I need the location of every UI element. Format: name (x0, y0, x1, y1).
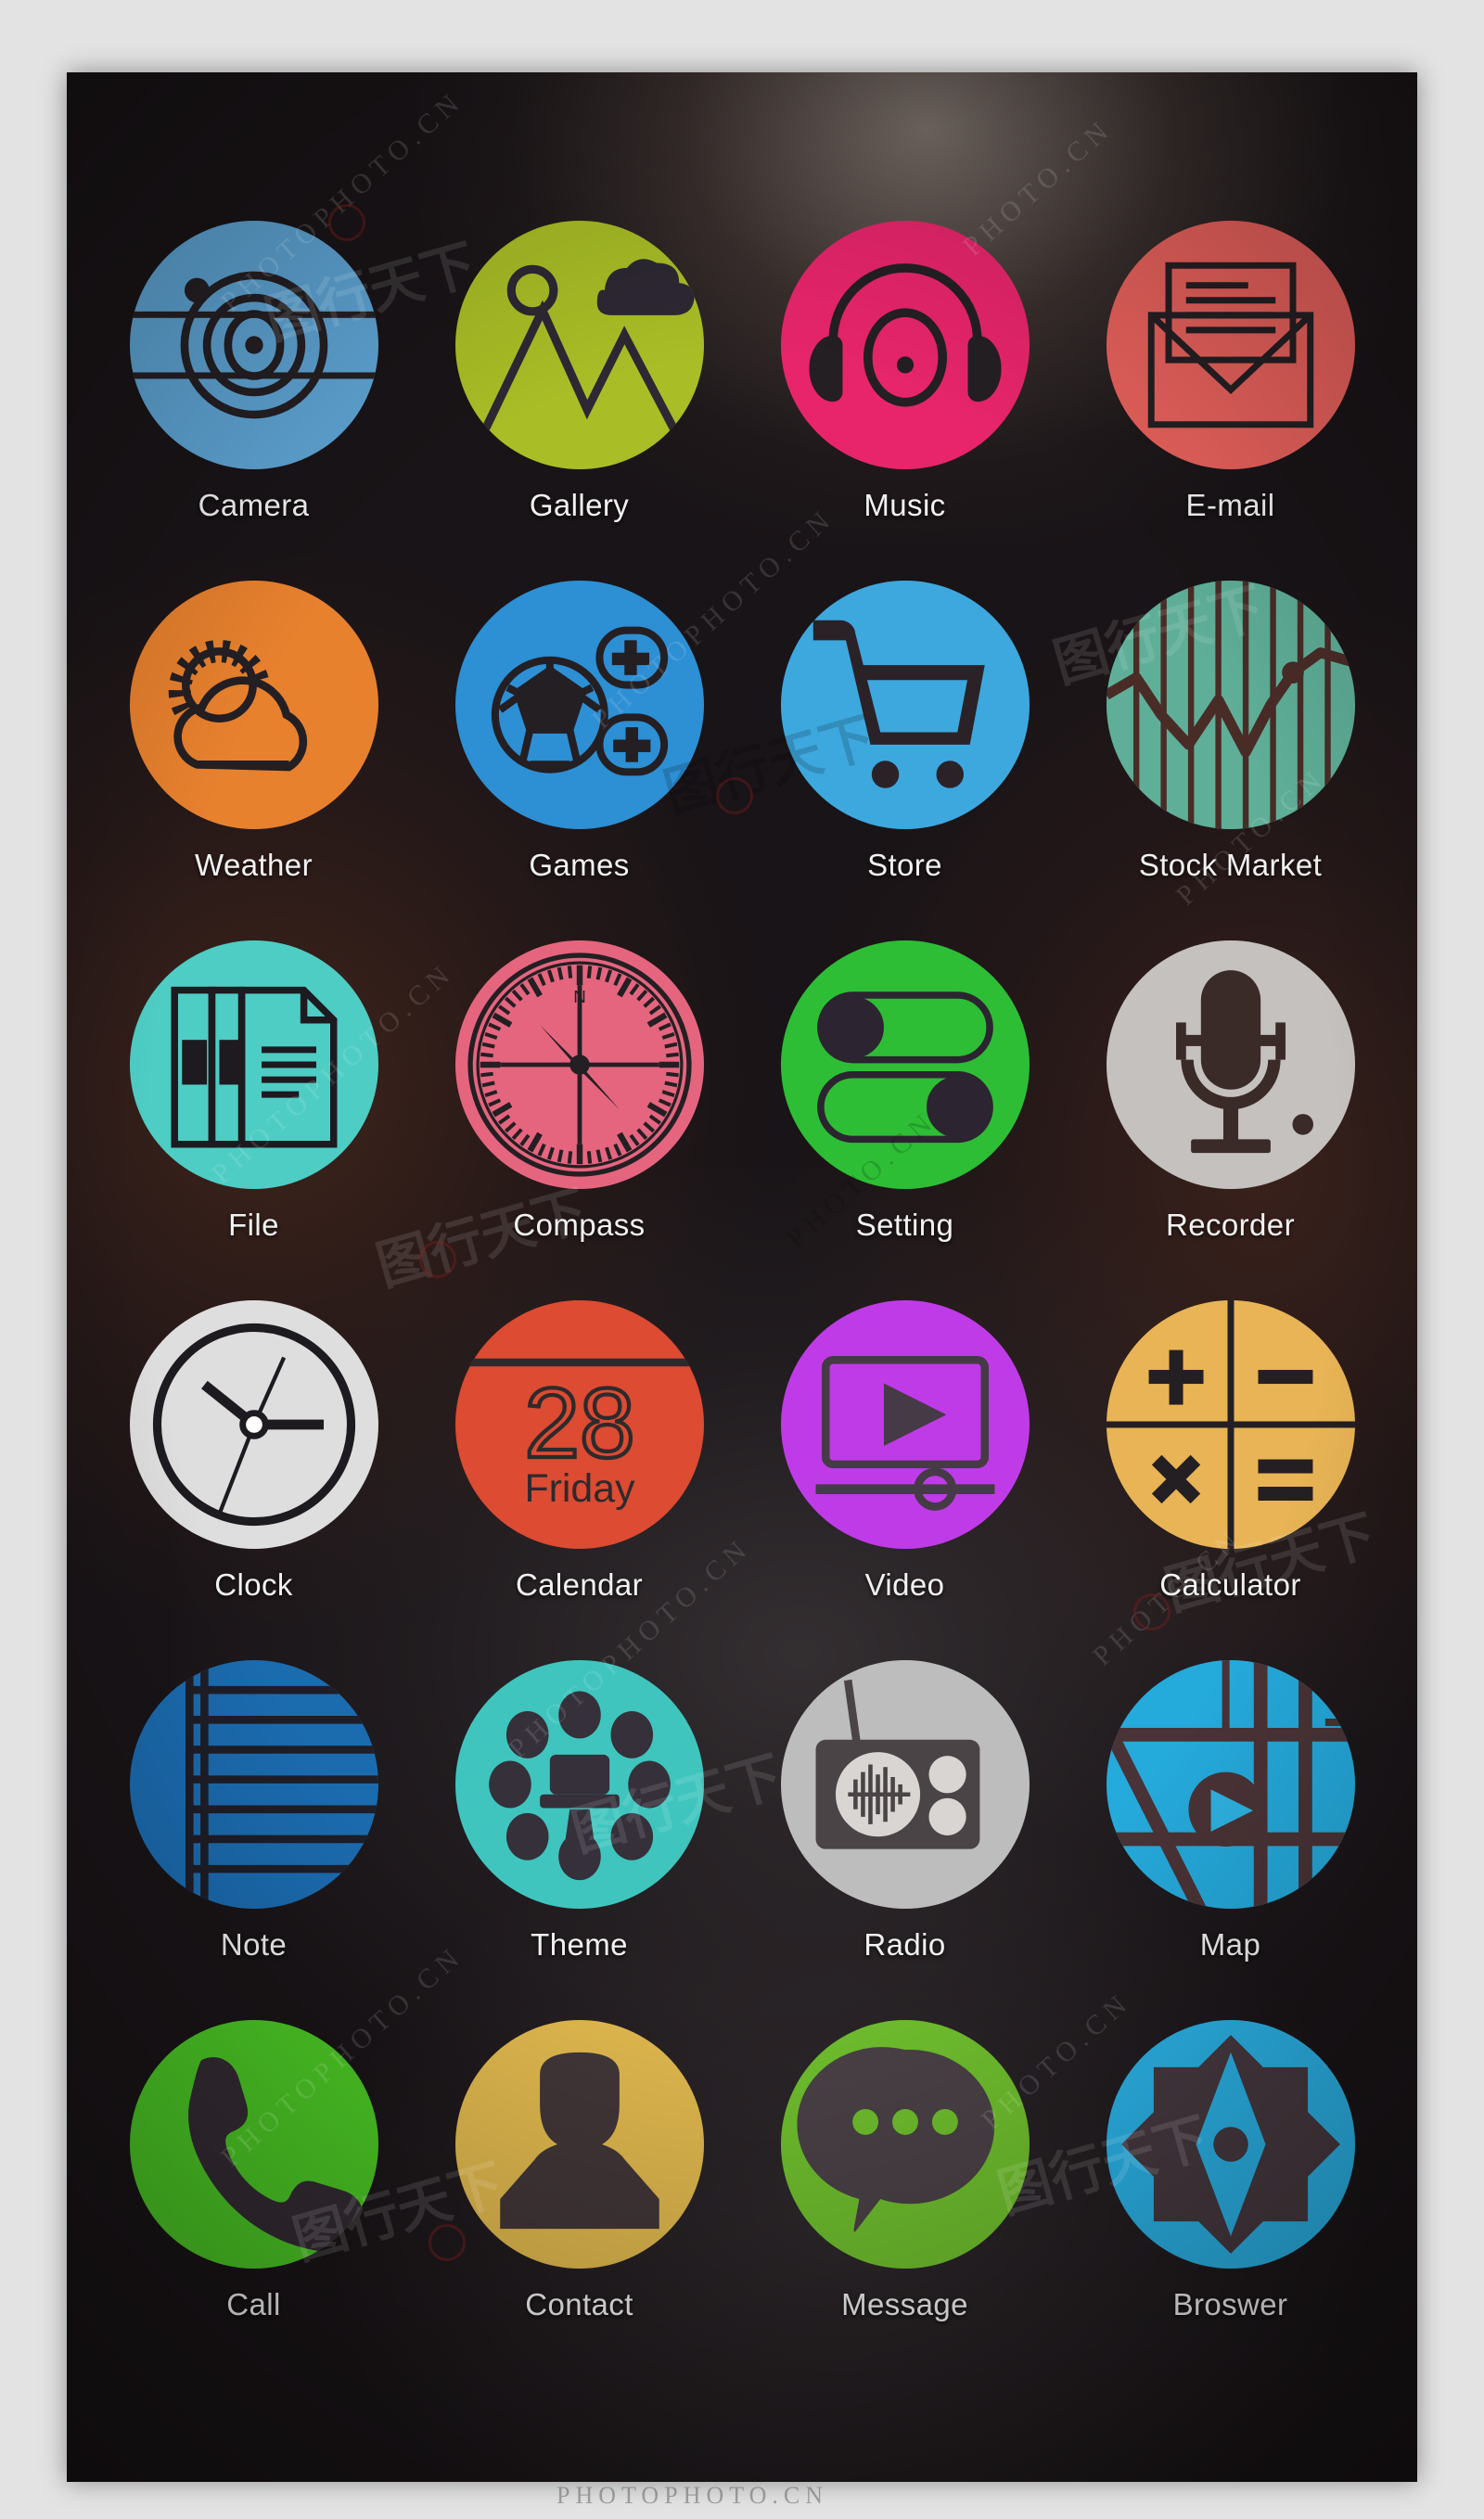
app-icon-label: Note (220, 1927, 288, 1962)
envelope-icon[interactable] (1106, 221, 1355, 469)
watermark-footer: PHOTOPHOTO.CN (556, 2482, 829, 2509)
app-icon-broswer[interactable]: Broswer (1068, 2020, 1393, 2322)
app-icon-store[interactable]: Store (742, 581, 1068, 883)
app-icon-label: Call (226, 2287, 281, 2321)
microphone-icon[interactable] (1106, 940, 1355, 1189)
shopping-cart-icon[interactable] (780, 581, 1030, 829)
app-icon-calculator[interactable]: Calculator (1068, 1300, 1393, 1603)
app-icon-label: Recorder (1166, 1208, 1295, 1242)
app-icon-label: Calendar (515, 1567, 644, 1602)
app-icon-note[interactable]: Note (91, 1660, 416, 1963)
app-icon-label: File (228, 1208, 279, 1242)
app-icon-label: Map (1199, 1927, 1261, 1962)
clock-icon[interactable] (129, 1300, 378, 1549)
gallery-icon[interactable] (454, 221, 704, 469)
chat-bubble-icon[interactable] (780, 2020, 1030, 2269)
app-icon-compass[interactable]: N Compass (416, 940, 742, 1243)
app-icon-label: Radio (864, 1927, 946, 1962)
app-icon-label: Broswer (1172, 2287, 1288, 2321)
app-icon-map[interactable]: Map (1068, 1660, 1393, 1963)
app-icon-label: Music (864, 488, 946, 522)
map-nav-icon[interactable] (1106, 1660, 1355, 1909)
note-lines-icon[interactable] (129, 1660, 378, 1909)
svg-text:28: 28 (524, 1367, 634, 1478)
app-icon-label: Store (867, 848, 942, 882)
camera-icon[interactable] (129, 221, 378, 469)
app-icon-call[interactable]: Call (91, 2020, 416, 2322)
app-icon-label: E-mail (1185, 488, 1275, 522)
phone-handset-icon[interactable] (129, 2020, 378, 2269)
app-icon-stock-market[interactable]: Stock Market (1068, 581, 1393, 883)
app-icon-label: Video (864, 1567, 945, 1602)
paint-brush-icon[interactable] (454, 1660, 704, 1909)
app-icon-label: Stock Market (1138, 848, 1323, 882)
app-icon-calendar[interactable]: 28 Friday Calendar (416, 1300, 742, 1603)
radio-icon[interactable] (780, 1660, 1030, 1909)
app-icon-label: Camera (198, 488, 310, 522)
app-icon-label: Calculator (1159, 1567, 1301, 1602)
app-icon-setting[interactable]: Setting (742, 940, 1068, 1243)
app-icon-label: Weather (195, 848, 313, 882)
app-icon-music[interactable]: Music (742, 221, 1068, 523)
app-icon-clock[interactable]: Clock (91, 1300, 416, 1603)
app-icon-label: Theme (531, 1927, 628, 1962)
app-icon-grid: Camera Gallery Music E-mail Weather Game… (67, 221, 1417, 2322)
app-icon-label: Clock (214, 1567, 293, 1602)
toggles-icon[interactable] (780, 940, 1030, 1189)
svg-text:Friday: Friday (524, 1466, 635, 1511)
app-icon-weather[interactable]: Weather (91, 581, 416, 883)
app-icon-contact[interactable]: Contact (416, 2020, 742, 2322)
app-icon-label: Contact (525, 2287, 633, 2321)
folder-document-icon[interactable] (129, 940, 378, 1189)
gamepad-ball-icon[interactable] (454, 581, 704, 829)
headphones-icon[interactable] (780, 221, 1030, 469)
app-icon-label: Setting (855, 1208, 954, 1242)
app-icon-camera[interactable]: Camera (91, 221, 416, 523)
app-icon-recorder[interactable]: Recorder (1068, 940, 1393, 1243)
app-icon-label: Compass (513, 1208, 646, 1242)
app-icon-games[interactable]: Games (416, 581, 742, 883)
app-icon-e-mail[interactable]: E-mail (1068, 221, 1393, 523)
calendar-icon[interactable]: 28 Friday (454, 1300, 704, 1549)
app-icon-message[interactable]: Message (742, 2020, 1068, 2322)
app-icon-label: Games (529, 848, 630, 882)
compass-icon[interactable]: N (454, 940, 704, 1189)
sun-cloud-icon[interactable] (129, 581, 378, 829)
app-icon-theme[interactable]: Theme (416, 1660, 742, 1963)
stock-chart-icon[interactable] (1106, 581, 1355, 829)
video-player-icon[interactable] (780, 1300, 1030, 1549)
person-bust-icon[interactable] (454, 2020, 704, 2269)
app-icon-label: Message (841, 2287, 968, 2321)
app-icon-label: Gallery (529, 488, 630, 522)
app-icon-gallery[interactable]: Gallery (416, 221, 742, 523)
app-icon-video[interactable]: Video (742, 1300, 1068, 1603)
app-icon-radio[interactable]: Radio (742, 1660, 1068, 1963)
phone-wallpaper-panel: Camera Gallery Music E-mail Weather Game… (67, 72, 1417, 2482)
screenshot-root: Camera Gallery Music E-mail Weather Game… (0, 0, 1484, 2519)
calculator-icon[interactable] (1106, 1300, 1355, 1549)
app-icon-file[interactable]: File (91, 940, 416, 1243)
svg-text:N: N (573, 987, 586, 1006)
compass-star-icon[interactable] (1106, 2020, 1355, 2269)
